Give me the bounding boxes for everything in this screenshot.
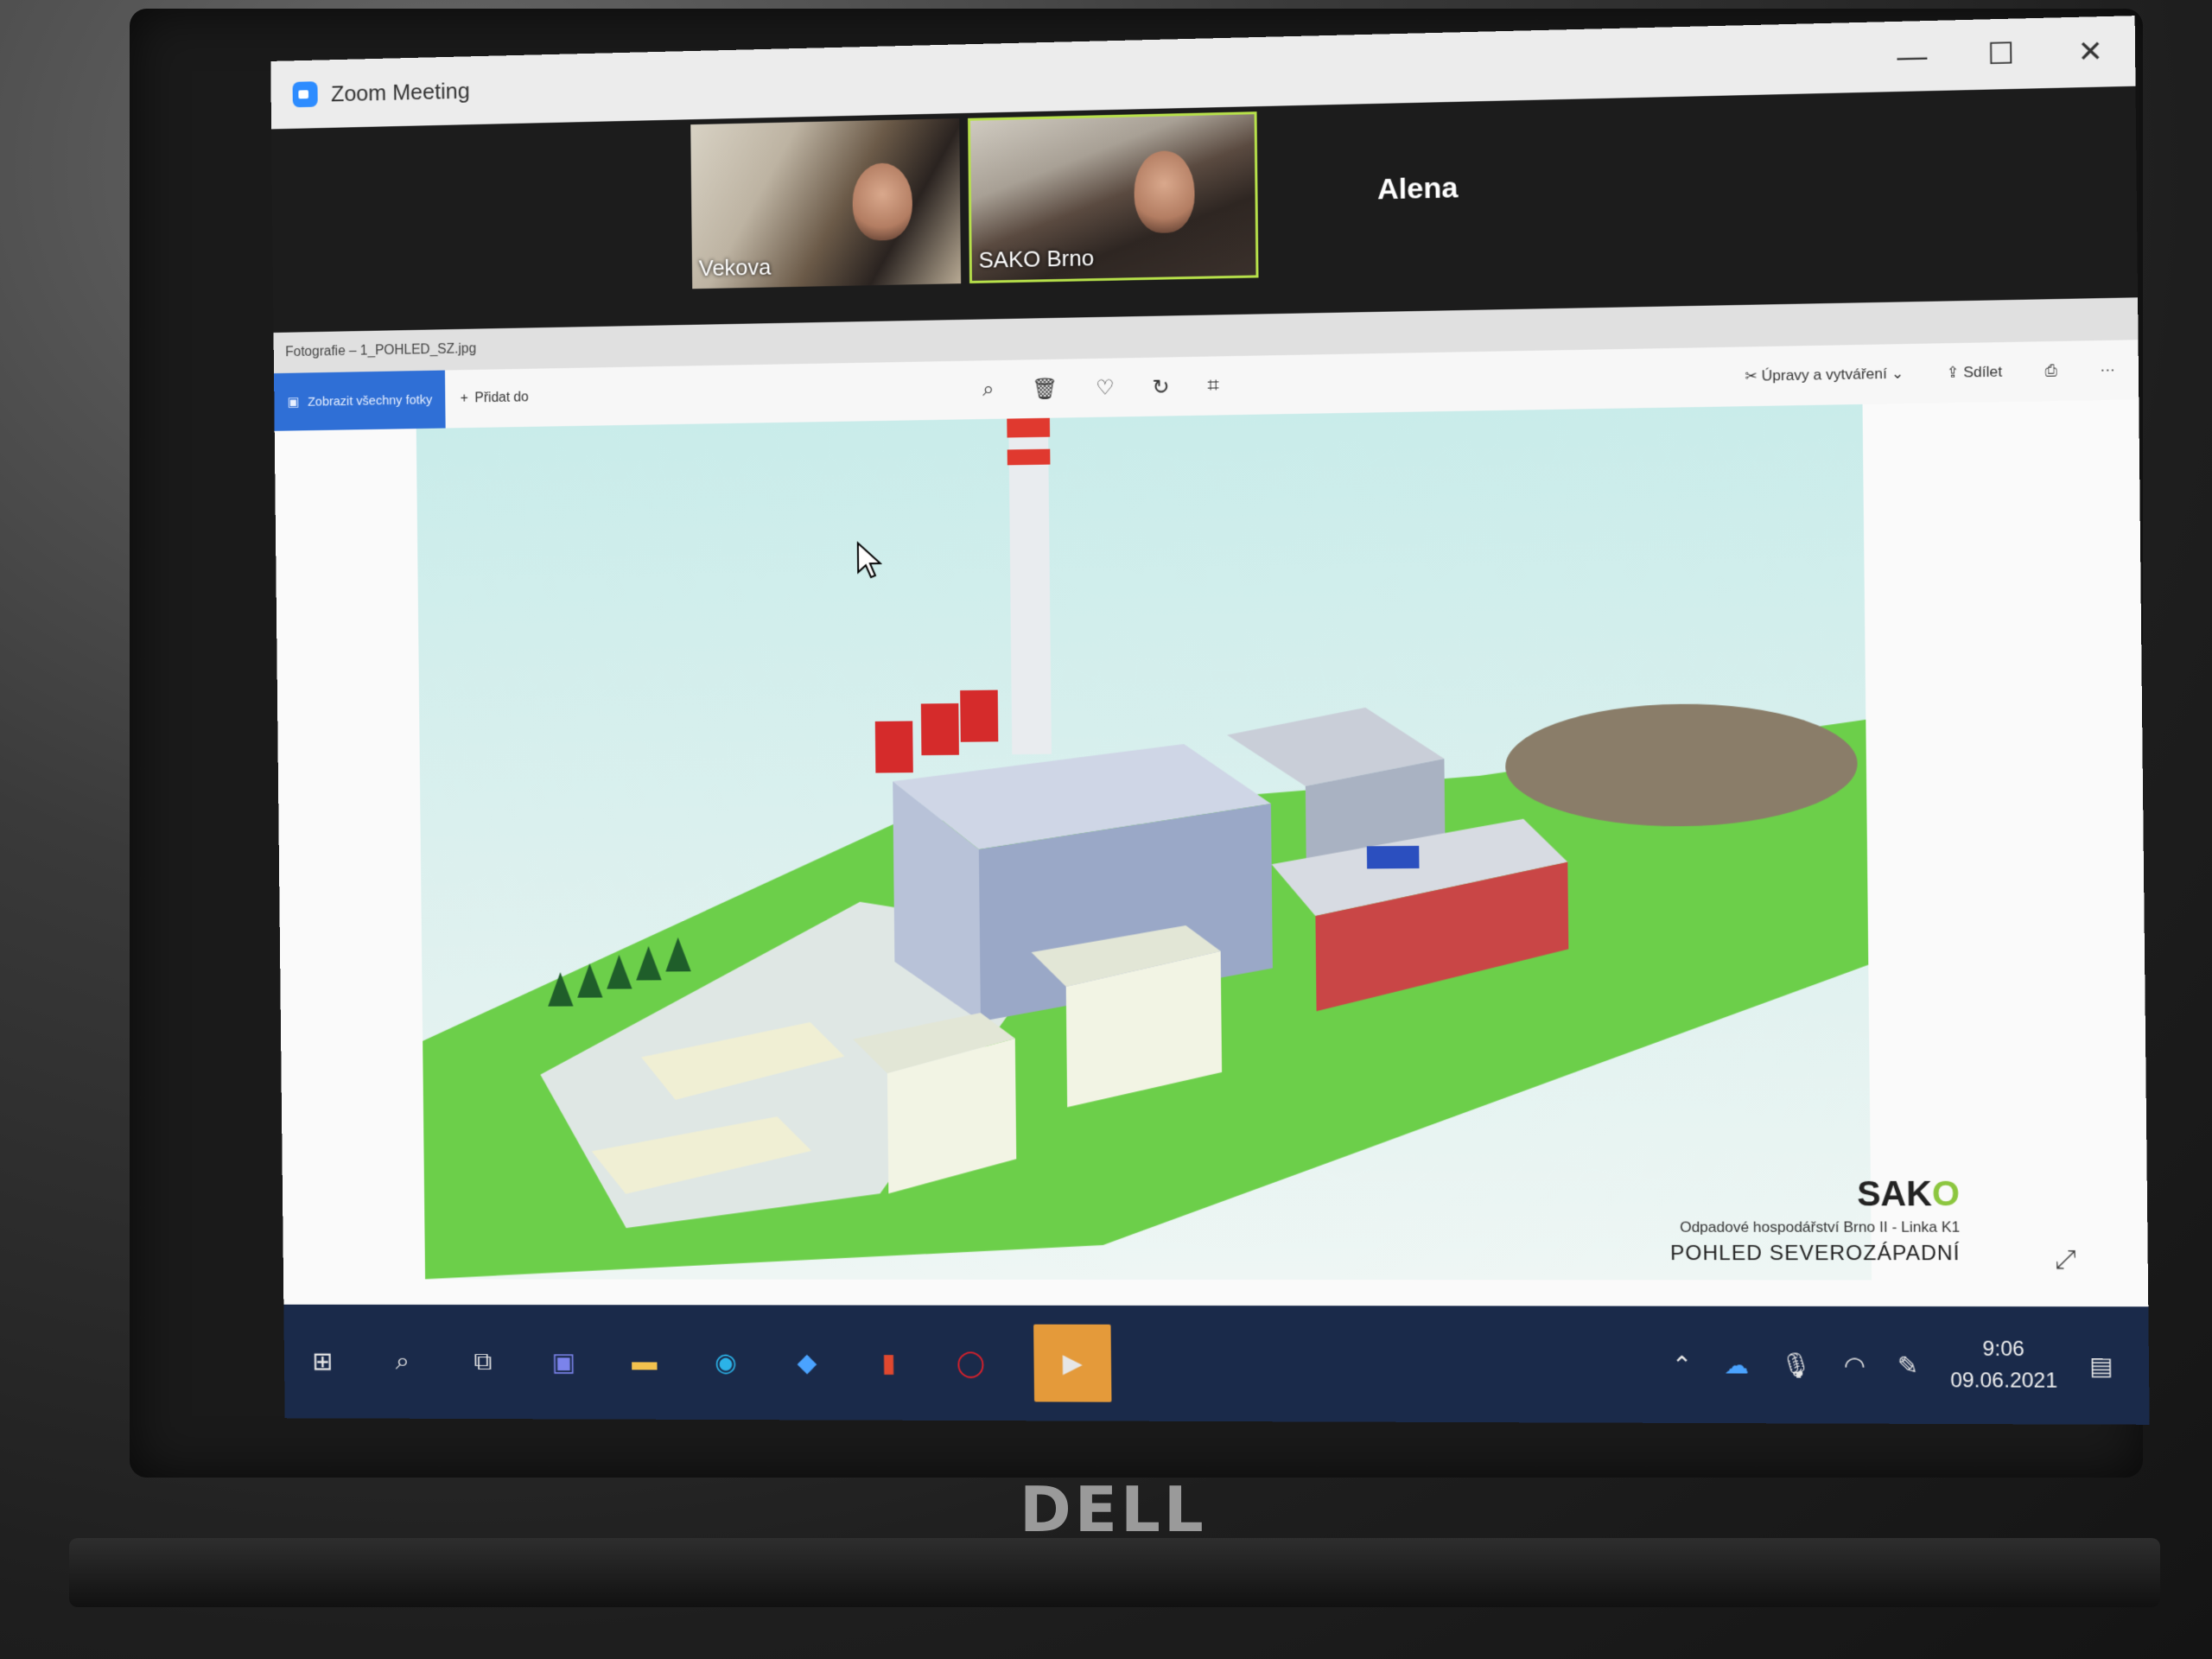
- clock-time: 9:06: [1982, 1337, 2024, 1362]
- edit-create-button[interactable]: ✂ Úpravy a vytváření ⌄: [1745, 365, 1904, 385]
- participant-tile[interactable]: Vekova: [690, 118, 962, 289]
- taskbar-apps: ⊞ ⌕ ⧉ ▣ ▬ ◉ ◆ ▮ ◯ ▶: [303, 1305, 1112, 1421]
- crop-icon[interactable]: ⌗: [1207, 373, 1219, 397]
- onedrive-icon[interactable]: ☁: [1724, 1351, 1749, 1379]
- dell-logo: DELL: [1020, 1473, 1207, 1546]
- windows-taskbar: ⊞ ⌕ ⧉ ▣ ▬ ◉ ◆ ▮ ◯ ▶ ⌃ ☁ 🎙 ◠ ✎ 9:06 09.06…: [283, 1304, 2150, 1425]
- clock-date: 09.06.2021: [1950, 1369, 2058, 1393]
- maximize-button[interactable]: ☐: [1983, 36, 2019, 73]
- more-button[interactable]: ···: [2100, 361, 2115, 379]
- view-all-label: Zobrazit všechny fotky: [307, 391, 433, 410]
- delete-icon[interactable]: 🗑: [1032, 376, 1058, 401]
- opera-icon[interactable]: ◯: [951, 1344, 989, 1382]
- share-label: Sdílet: [1963, 363, 2003, 381]
- favorite-icon[interactable]: ♡: [1096, 375, 1115, 400]
- photos-file-title: Fotografie – 1_POHLED_SZ.jpg: [285, 341, 477, 360]
- toolbar-right: ✂ Úpravy a vytváření ⌄ ⇪ Sdílet ⎙ ···: [1745, 340, 2115, 406]
- print-icon[interactable]: ⎙: [2045, 362, 2057, 380]
- windows-start-icon[interactable]: ⊞: [304, 1343, 341, 1380]
- add-to-label: Přidat do: [474, 390, 529, 406]
- microphone-icon[interactable]: 🎙: [1780, 1351, 1812, 1379]
- zoom-video-strip: Vekova SAKO Brno Alena: [271, 86, 2139, 333]
- zoom-app-icon[interactable]: ▶: [1033, 1324, 1112, 1402]
- zoom-icon[interactable]: ⌕: [982, 378, 995, 402]
- sako-logo-o: O: [1931, 1174, 1961, 1214]
- laptop-hinge: [69, 1538, 2160, 1607]
- photo-viewer: SAKO Odpadové hospodářství Brno II - Lin…: [274, 399, 2149, 1307]
- file-explorer-icon[interactable]: ▬: [626, 1344, 663, 1382]
- edit-icon: ✂: [1745, 367, 1762, 385]
- view-all-photos-button[interactable]: ▣ Zobrazit všechny fotky: [274, 370, 446, 431]
- chevron-up-icon[interactable]: ⌃: [1671, 1351, 1692, 1379]
- active-speaker-tile[interactable]: SAKO Brno: [968, 111, 1259, 283]
- share-button[interactable]: ⇪ Sdílet: [1947, 363, 2003, 381]
- render-subtitle: Odpadové hospodářství Brno II - Linka K1: [1680, 1218, 1961, 1236]
- taskbar-clock[interactable]: 9:06 09.06.2021: [1950, 1333, 2058, 1396]
- task-view-icon[interactable]: ⧉: [464, 1343, 501, 1380]
- close-button[interactable]: ✕: [2072, 34, 2108, 70]
- teams-icon[interactable]: ▣: [545, 1343, 582, 1381]
- plus-icon: +: [460, 391, 468, 406]
- participant-video: [852, 162, 913, 241]
- participant-name: SAKO Brno: [978, 245, 1095, 273]
- image-tools: ⌕ 🗑 ♡ ↻ ⌗: [982, 356, 1219, 419]
- photos-icon: ▣: [287, 395, 300, 410]
- zoom-logo-icon: [292, 81, 318, 108]
- plant-render-image: [416, 404, 1872, 1281]
- participant-name: Vekova: [698, 253, 772, 282]
- participant-name-no-video[interactable]: Alena: [1377, 171, 1459, 207]
- system-tray: ⌃ ☁ 🎙 ◠ ✎ 9:06 09.06.2021 ▤: [1671, 1306, 2113, 1425]
- wifi-icon[interactable]: ◠: [1844, 1351, 1866, 1379]
- plant-render-illustration: [419, 417, 1872, 1281]
- window-controls: — ☐ ✕: [1894, 16, 2108, 92]
- participant-video: [1134, 149, 1195, 234]
- minimize-button[interactable]: —: [1894, 39, 1930, 74]
- rotate-icon[interactable]: ↻: [1152, 374, 1169, 399]
- zoom-window-title: Zoom Meeting: [330, 77, 470, 106]
- render-view-label: POHLED SEVEROZÁPADNÍ: [1670, 1241, 1961, 1266]
- edit-create-label: Úpravy a vytváření: [1761, 365, 1887, 385]
- pen-icon[interactable]: ✎: [1897, 1351, 1918, 1380]
- notifications-icon[interactable]: ▤: [2089, 1351, 2113, 1381]
- sako-logo: SAKO: [1856, 1174, 1961, 1214]
- paint-drop-icon[interactable]: ◆: [788, 1344, 826, 1382]
- share-icon: ⇪: [1946, 364, 1964, 381]
- edge-browser-icon[interactable]: ◉: [707, 1344, 745, 1382]
- laptop-screen: Zoom Meeting — ☐ ✕ Vekova SAKO Brno Alen…: [270, 16, 2150, 1425]
- photo-scene: Zoom Meeting — ☐ ✕ Vekova SAKO Brno Alen…: [0, 0, 2212, 1659]
- expand-icon[interactable]: ⤢: [2055, 1245, 2076, 1275]
- office-icon[interactable]: ▮: [869, 1344, 907, 1382]
- search-icon[interactable]: ⌕: [384, 1343, 421, 1380]
- add-to-button[interactable]: + Přidat do: [461, 390, 529, 406]
